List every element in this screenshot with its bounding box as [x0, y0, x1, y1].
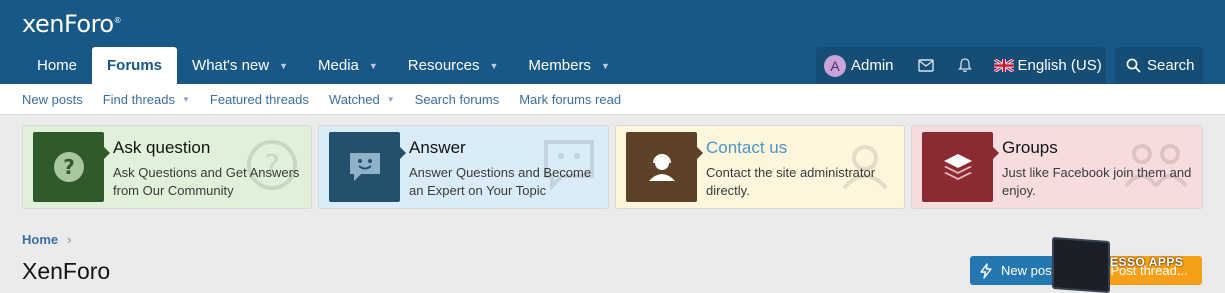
- chevron-down-icon[interactable]: ▼: [601, 61, 610, 71]
- support-watermark-icon: [838, 138, 892, 197]
- breadcrumb-home[interactable]: Home: [22, 232, 58, 247]
- chevron-down-icon[interactable]: ▼: [387, 95, 395, 104]
- language-selector[interactable]: English (US): [993, 57, 1102, 74]
- chevron-down-icon[interactable]: ▼: [369, 61, 378, 71]
- subnav-find-threads[interactable]: Find threads ▼: [93, 92, 200, 107]
- search-icon: [1126, 58, 1141, 73]
- laptop-screen-image: [1052, 236, 1110, 293]
- chevron-right-icon: ›: [67, 232, 72, 247]
- question-icon: ?: [33, 132, 110, 202]
- search-label: Search: [1147, 57, 1195, 74]
- subnav-featured-threads[interactable]: Featured threads: [200, 92, 319, 107]
- avatar: A: [824, 54, 846, 77]
- card-groups[interactable]: Groups Just like Facebook join them and …: [911, 125, 1203, 209]
- subnav-mark-forums-read[interactable]: Mark forums read: [509, 92, 631, 107]
- nav-resources[interactable]: Resources ▼: [393, 47, 514, 84]
- page-title: XenForo: [22, 258, 111, 284]
- card-title: Contact us: [706, 138, 788, 157]
- layers-icon: [922, 132, 999, 202]
- main-nav: Home Forums What's new ▼ Media ▼ Resources…: [22, 47, 625, 84]
- nav-whats-new[interactable]: What's new ▼: [177, 47, 303, 84]
- sub-nav: New posts Find threads ▼ Featured threads…: [0, 84, 1225, 115]
- promo-brand: ESSO APPS: [1110, 255, 1184, 269]
- support-agent-icon: [626, 132, 703, 202]
- chat-smile-icon: [329, 132, 406, 202]
- chevron-down-icon[interactable]: ▼: [182, 95, 190, 104]
- promo-overlay: ESSO APPS: [1052, 236, 1225, 293]
- card-title: Groups: [1002, 138, 1058, 157]
- question-watermark-icon: ?: [245, 138, 299, 197]
- subnav-search-forums[interactable]: Search forums: [405, 92, 510, 107]
- site-logo[interactable]: xenForo®: [22, 10, 122, 38]
- nav-members[interactable]: Members ▼: [513, 47, 624, 84]
- card-answer[interactable]: Answer Answer Questions and Become an Ex…: [318, 125, 609, 209]
- chevron-down-icon[interactable]: ▼: [490, 61, 499, 71]
- account-link[interactable]: A Admin: [824, 54, 894, 77]
- lightning-icon: [980, 262, 992, 279]
- subnav-watched[interactable]: Watched ▼: [319, 92, 405, 107]
- breadcrumb: Home ›: [22, 232, 71, 247]
- card-contact-us[interactable]: Contact us Contact the site administrato…: [615, 125, 905, 209]
- uk-flag-icon: [993, 59, 1014, 72]
- chevron-down-icon[interactable]: ▼: [279, 61, 288, 71]
- card-ask-question[interactable]: ? Ask question Ask Questions and Get Ans…: [22, 125, 312, 209]
- account-name: Admin: [851, 57, 894, 74]
- svg-text:?: ?: [63, 155, 75, 179]
- subnav-new-posts[interactable]: New posts: [12, 92, 93, 107]
- nav-media[interactable]: Media ▼: [303, 47, 393, 84]
- user-nav: A Admin English (US): [816, 47, 1106, 84]
- chat-watermark-icon: [542, 138, 596, 197]
- site-header: xenForo® Home Forums What's new ▼ Media ▼ …: [0, 0, 1225, 84]
- bell-icon[interactable]: [957, 58, 972, 73]
- language-label: English (US): [1017, 57, 1102, 74]
- envelope-icon[interactable]: [917, 59, 934, 72]
- svg-text:?: ?: [264, 149, 280, 184]
- nav-forums[interactable]: Forums: [92, 47, 178, 84]
- group-watermark-icon: [1122, 138, 1190, 197]
- card-title: Answer: [409, 138, 466, 157]
- nav-home[interactable]: Home: [22, 47, 92, 84]
- card-title: Ask question: [113, 138, 211, 157]
- search-link[interactable]: Search: [1115, 47, 1203, 84]
